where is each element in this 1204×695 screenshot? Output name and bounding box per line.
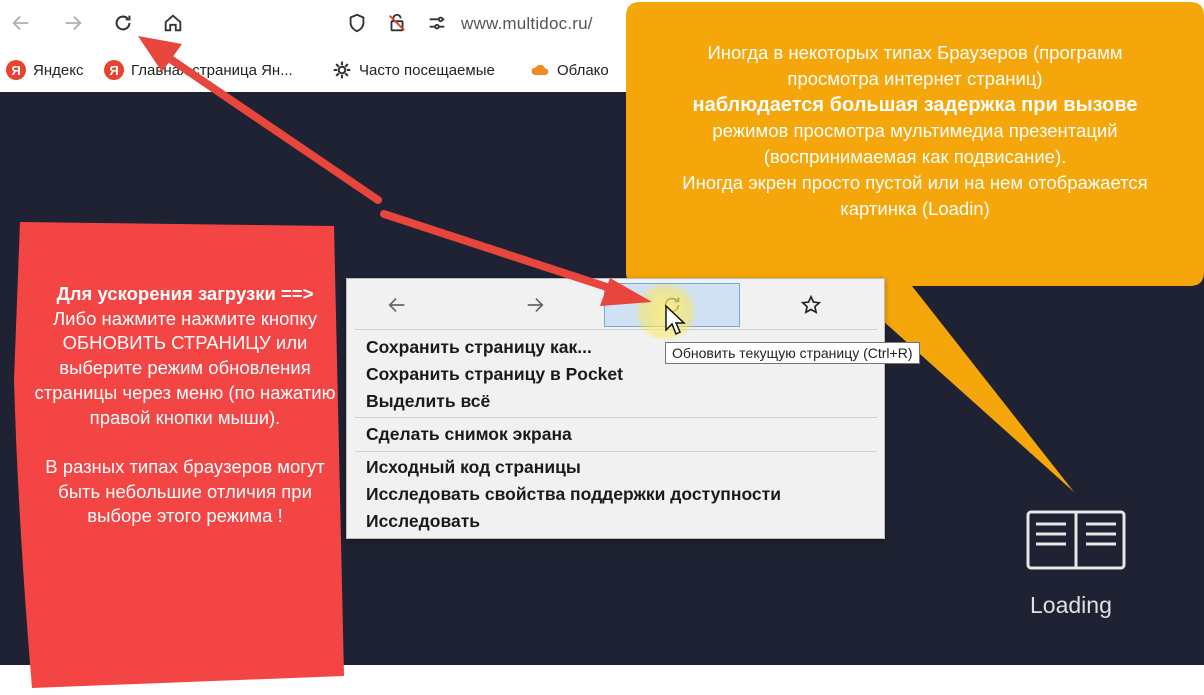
menu-inspect[interactable]: Исследовать: [366, 511, 480, 532]
orange-line-3: Иногда экрен просто пустой или на нем от…: [682, 172, 1148, 219]
orange-line-1: Иногда в некоторых типах Браузеров (прог…: [707, 42, 1123, 89]
context-menu: Сохранить страницу как... Сохранить стра…: [346, 278, 885, 539]
context-menu-nav: [347, 279, 884, 329]
yandex-icon: Я: [104, 60, 124, 80]
yandex-icon: Я: [6, 60, 26, 80]
bookmark-label: Яндекс: [33, 61, 84, 79]
menu-save-page-as[interactable]: Сохранить страницу как...: [366, 337, 592, 358]
menu-save-to-pocket[interactable]: Сохранить страницу в Pocket: [366, 364, 623, 385]
star-icon: [800, 294, 822, 314]
home-icon[interactable]: [160, 10, 186, 36]
reload-icon[interactable]: [110, 10, 136, 36]
tracking-blocked-icon[interactable]: [384, 10, 410, 36]
orange-emphasis: наблюдается большая задержка при вызове: [692, 94, 1138, 116]
back-icon[interactable]: [8, 10, 34, 36]
cloud-icon: [531, 64, 549, 75]
menu-separator: [355, 417, 877, 418]
menu-separator: [355, 451, 877, 452]
bookmark-star-button[interactable]: [781, 283, 841, 327]
menu-screenshot[interactable]: Сделать снимок экрана: [366, 424, 572, 445]
shield-icon[interactable]: [344, 10, 370, 36]
forward-icon[interactable]: [505, 283, 565, 327]
url-bar-text[interactable]: www.multidoc.ru/: [461, 14, 593, 34]
loading-label: Loading: [1030, 592, 1112, 618]
menu-inspect-accessibility[interactable]: Исследовать свойства поддержки доступнос…: [366, 484, 781, 505]
red-callout-text: Для ускорения загрузки ==> Либо нажмите …: [32, 282, 338, 529]
back-icon[interactable]: [367, 283, 427, 327]
reload-tooltip: Обновить текущую страницу (Ctrl+R): [665, 342, 920, 364]
red-heading: Для ускорения загрузки ==>: [56, 283, 314, 304]
red-note: В разных типах браузеров могут быть небо…: [45, 455, 325, 527]
menu-view-source[interactable]: Исходный код страницы: [366, 457, 581, 478]
forward-icon[interactable]: [60, 10, 86, 36]
permissions-icon[interactable]: [424, 10, 450, 36]
bookmark-label: Часто посещаемые: [359, 61, 495, 79]
bookmark-yandex[interactable]: Я Яндекс: [6, 60, 83, 80]
menu-separator: [355, 329, 877, 330]
bookmark-most-visited[interactable]: Часто посещаемые: [332, 60, 495, 80]
orange-line-2: режимов просмотра мультимедиа презентаци…: [712, 120, 1118, 167]
mouse-cursor-icon: [665, 304, 686, 336]
bookmark-label: Главная страница Ян...: [131, 61, 293, 79]
menu-select-all[interactable]: Выделить всё: [366, 391, 490, 412]
bookmark-cloud[interactable]: Облако: [530, 60, 609, 80]
red-body: Либо нажмите нажмите кнопку ОБНОВИТЬ СТР…: [34, 307, 336, 428]
bookmark-label: Облако: [557, 61, 609, 79]
book-icon: [1026, 510, 1126, 570]
orange-callout-text: Иногда в некоторых типах Браузеров (прог…: [660, 40, 1170, 222]
bookmark-yandex-home[interactable]: Я Главная страница Ян...: [104, 60, 293, 80]
gear-icon: [333, 61, 351, 79]
